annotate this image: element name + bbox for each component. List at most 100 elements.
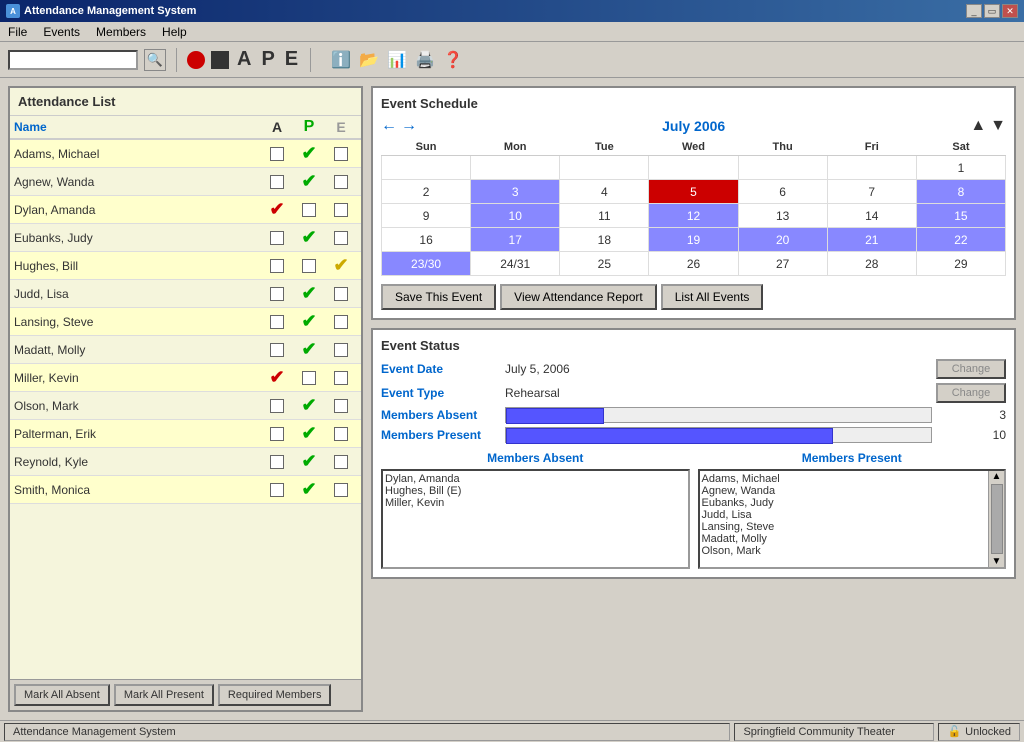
close-button[interactable]: ✕ bbox=[1002, 4, 1018, 18]
present-check[interactable]: ✔ bbox=[293, 227, 325, 248]
absent-checkbox[interactable] bbox=[270, 175, 284, 189]
cal-day-cell[interactable]: 10 bbox=[471, 204, 560, 228]
menu-events[interactable]: Events bbox=[39, 24, 84, 40]
folder-icon[interactable]: 📂 bbox=[357, 48, 381, 72]
absent-check[interactable] bbox=[261, 482, 293, 497]
search-button[interactable]: 🔍 bbox=[144, 49, 166, 71]
cal-day-cell[interactable]: 21 bbox=[827, 228, 916, 252]
print-icon[interactable]: 🖨️ bbox=[413, 48, 437, 72]
info-icon[interactable]: ℹ️ bbox=[329, 48, 353, 72]
excused-checkbox[interactable] bbox=[334, 231, 348, 245]
excused-checkbox[interactable] bbox=[334, 371, 348, 385]
scroll-up-icon[interactable]: ▲ bbox=[992, 471, 1002, 482]
cal-day-cell[interactable]: 13 bbox=[738, 204, 827, 228]
absent-checkbox[interactable] bbox=[270, 147, 284, 161]
excused-checkbox[interactable] bbox=[334, 203, 348, 217]
cal-up-arrow[interactable]: ▲ bbox=[970, 117, 986, 135]
cal-day-cell[interactable]: 3 bbox=[471, 180, 560, 204]
excused-checkbox[interactable] bbox=[334, 175, 348, 189]
absent-check[interactable] bbox=[261, 258, 293, 273]
cal-day-cell[interactable]: 24/31 bbox=[471, 252, 560, 276]
cal-day-cell[interactable]: 23/30 bbox=[382, 252, 471, 276]
restore-button[interactable]: ▭ bbox=[984, 4, 1000, 18]
minimize-button[interactable]: _ bbox=[966, 4, 982, 18]
view-report-button[interactable]: View Attendance Report bbox=[500, 284, 657, 310]
absent-checkbox[interactable] bbox=[270, 399, 284, 413]
present-check[interactable] bbox=[293, 370, 325, 385]
event-date-change-button[interactable]: Change bbox=[936, 359, 1006, 379]
absent-checkbox[interactable] bbox=[270, 427, 284, 441]
excused-checkbox[interactable] bbox=[334, 343, 348, 357]
present-check[interactable]: ✔ bbox=[293, 451, 325, 472]
present-check[interactable] bbox=[293, 258, 325, 273]
mark-all-absent-button[interactable]: Mark All Absent bbox=[14, 684, 110, 706]
absent-check[interactable] bbox=[261, 174, 293, 189]
excused-check[interactable] bbox=[325, 398, 357, 413]
absent-checkbox[interactable] bbox=[270, 343, 284, 357]
cal-day-cell[interactable]: 28 bbox=[827, 252, 916, 276]
absent-check[interactable] bbox=[261, 146, 293, 161]
mark-all-present-button[interactable]: Mark All Present bbox=[114, 684, 214, 706]
present-check[interactable]: ✔ bbox=[293, 423, 325, 444]
cal-day-cell[interactable]: 4 bbox=[560, 180, 649, 204]
excused-checkbox[interactable] bbox=[334, 455, 348, 469]
menu-help[interactable]: Help bbox=[158, 24, 191, 40]
absent-check[interactable] bbox=[261, 230, 293, 245]
scroll-down-icon[interactable]: ▼ bbox=[992, 556, 1002, 567]
absent-checkbox[interactable] bbox=[270, 287, 284, 301]
excused-checkbox[interactable] bbox=[334, 483, 348, 497]
absent-checkbox[interactable] bbox=[270, 315, 284, 329]
present-members-list[interactable]: Adams, MichaelAgnew, WandaEubanks, JudyJ… bbox=[698, 469, 1007, 569]
list-events-button[interactable]: List All Events bbox=[661, 284, 764, 310]
menu-file[interactable]: File bbox=[4, 24, 31, 40]
present-check[interactable]: ✔ bbox=[293, 339, 325, 360]
excused-check[interactable] bbox=[325, 314, 357, 329]
cal-day-cell[interactable]: 14 bbox=[827, 204, 916, 228]
excused-check[interactable] bbox=[325, 426, 357, 441]
excused-check[interactable] bbox=[325, 146, 357, 161]
cal-day-cell[interactable]: 9 bbox=[382, 204, 471, 228]
excused-check[interactable] bbox=[325, 202, 357, 217]
cal-day-cell[interactable]: 20 bbox=[738, 228, 827, 252]
excused-check[interactable] bbox=[325, 230, 357, 245]
absent-check[interactable] bbox=[261, 398, 293, 413]
cal-next-button[interactable]: → bbox=[401, 117, 417, 135]
cal-day-cell[interactable]: 26 bbox=[649, 252, 738, 276]
excused-check[interactable] bbox=[325, 174, 357, 189]
absent-checkbox[interactable] bbox=[270, 455, 284, 469]
cal-day-cell[interactable]: 7 bbox=[827, 180, 916, 204]
cal-day-cell[interactable]: 11 bbox=[560, 204, 649, 228]
event-type-change-button[interactable]: Change bbox=[936, 383, 1006, 403]
absent-check[interactable]: ✔ bbox=[261, 367, 293, 388]
excused-check[interactable] bbox=[325, 370, 357, 385]
cal-day-cell[interactable]: 1 bbox=[916, 156, 1005, 180]
save-event-button[interactable]: Save This Event bbox=[381, 284, 496, 310]
present-check[interactable]: ✔ bbox=[293, 479, 325, 500]
present-check[interactable] bbox=[293, 202, 325, 217]
required-members-button[interactable]: Required Members bbox=[218, 684, 332, 706]
search-input[interactable] bbox=[8, 50, 138, 70]
cal-day-cell[interactable]: 25 bbox=[560, 252, 649, 276]
excused-checkbox[interactable] bbox=[334, 147, 348, 161]
present-check[interactable]: ✔ bbox=[293, 283, 325, 304]
cal-day-cell[interactable]: 6 bbox=[738, 180, 827, 204]
present-checkbox[interactable] bbox=[302, 371, 316, 385]
present-checkbox[interactable] bbox=[302, 259, 316, 273]
cal-day-cell[interactable]: 5 bbox=[649, 180, 738, 204]
cal-day-cell[interactable]: 18 bbox=[560, 228, 649, 252]
excused-checkbox[interactable] bbox=[334, 399, 348, 413]
absent-check[interactable] bbox=[261, 454, 293, 469]
cal-day-cell[interactable]: 19 bbox=[649, 228, 738, 252]
cal-day-cell[interactable]: 16 bbox=[382, 228, 471, 252]
cal-prev-button[interactable]: ← bbox=[381, 117, 397, 135]
absent-checkbox[interactable] bbox=[270, 259, 284, 273]
absent-members-list[interactable]: Dylan, AmandaHughes, Bill (E)Miller, Kev… bbox=[381, 469, 690, 569]
excused-check[interactable] bbox=[325, 482, 357, 497]
excused-checkbox[interactable] bbox=[334, 315, 348, 329]
excused-checkbox[interactable] bbox=[334, 427, 348, 441]
absent-checkbox[interactable] bbox=[270, 231, 284, 245]
absent-checkbox[interactable] bbox=[270, 483, 284, 497]
menu-members[interactable]: Members bbox=[92, 24, 150, 40]
cal-day-cell[interactable]: 29 bbox=[916, 252, 1005, 276]
absent-check[interactable] bbox=[261, 342, 293, 357]
